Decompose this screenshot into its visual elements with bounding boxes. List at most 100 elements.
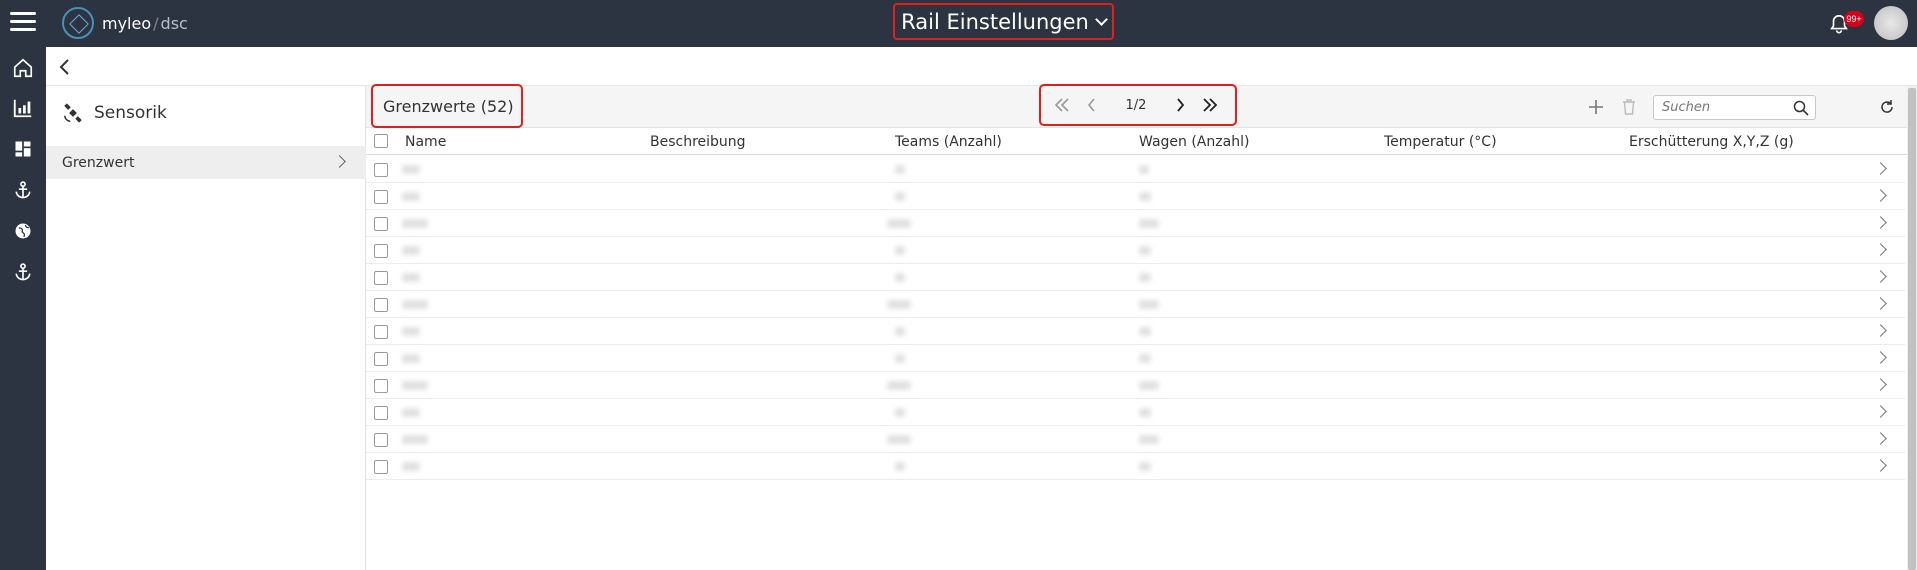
delete-button[interactable] xyxy=(1619,97,1639,117)
search-input[interactable] xyxy=(1654,96,1790,119)
column-header-erschuetterung[interactable]: Erschütterung X,Y,Z (g) xyxy=(1629,134,1794,150)
chevron-right-icon[interactable] xyxy=(1874,189,1887,202)
double-chevron-left-icon xyxy=(1054,98,1069,112)
back-arrow-icon[interactable] xyxy=(58,58,72,76)
rail-analytics[interactable] xyxy=(0,89,46,127)
plus-icon xyxy=(1589,100,1603,114)
column-header-temperatur[interactable]: Temperatur (°C) xyxy=(1384,134,1497,150)
row-checkbox[interactable] xyxy=(374,190,388,204)
sidebar-item-grenzwert[interactable]: Grenzwert xyxy=(46,146,366,179)
menu-icon[interactable] xyxy=(10,12,36,34)
row-checkbox[interactable] xyxy=(374,298,388,312)
cell-name-redacted xyxy=(402,327,420,336)
row-checkbox[interactable] xyxy=(374,406,388,420)
cell-wagen-redacted xyxy=(1139,408,1151,417)
search-icon[interactable] xyxy=(1793,100,1809,116)
prev-page-button[interactable] xyxy=(1077,90,1107,120)
last-page-button[interactable] xyxy=(1195,90,1225,120)
rail-anchor-2[interactable] xyxy=(0,253,46,291)
table-row[interactable] xyxy=(366,210,1905,237)
next-page-button[interactable] xyxy=(1165,90,1195,120)
row-checkbox[interactable] xyxy=(374,244,388,258)
chevron-right-icon[interactable] xyxy=(1874,324,1887,337)
row-checkbox[interactable] xyxy=(374,460,388,474)
cell-name-redacted xyxy=(402,381,428,390)
cell-teams-redacted xyxy=(895,327,905,336)
cell-name-redacted xyxy=(402,354,420,363)
cell-name-redacted xyxy=(402,246,420,255)
rail-dashboard[interactable] xyxy=(0,130,46,168)
satellite-icon xyxy=(64,103,82,123)
row-checkbox[interactable] xyxy=(374,217,388,231)
refresh-button[interactable] xyxy=(1877,97,1897,117)
rail-globe[interactable] xyxy=(0,212,46,250)
chevron-right-icon[interactable] xyxy=(1874,432,1887,445)
chevron-right-icon[interactable] xyxy=(1874,243,1887,256)
chevron-right-icon[interactable] xyxy=(1874,378,1887,391)
table-header: Name Beschreibung Teams (Anzahl) Wagen (… xyxy=(366,128,1917,155)
chevron-right-icon[interactable] xyxy=(1874,162,1887,175)
cell-teams-redacted xyxy=(895,192,905,201)
logo-icon xyxy=(62,7,94,39)
notification-badge: 99+ xyxy=(1844,11,1864,27)
cell-wagen-redacted xyxy=(1139,354,1151,363)
chevron-right-icon[interactable] xyxy=(1874,297,1887,310)
table-row[interactable] xyxy=(366,237,1905,264)
chevron-right-icon xyxy=(1177,98,1185,112)
chevron-right-icon[interactable] xyxy=(1874,270,1887,283)
chevron-right-icon xyxy=(333,155,346,168)
add-button[interactable] xyxy=(1586,97,1606,117)
row-checkbox[interactable] xyxy=(374,379,388,393)
row-checkbox[interactable] xyxy=(374,163,388,177)
chevron-right-icon[interactable] xyxy=(1874,459,1887,472)
row-checkbox[interactable] xyxy=(374,271,388,285)
table-row[interactable] xyxy=(366,156,1905,183)
table-row[interactable] xyxy=(366,264,1905,291)
chevron-right-icon[interactable] xyxy=(1874,216,1887,229)
rail-home[interactable] xyxy=(0,49,46,87)
column-header-name[interactable]: Name xyxy=(405,134,446,150)
table-row[interactable] xyxy=(366,318,1905,345)
table-row[interactable] xyxy=(366,453,1905,480)
refresh-icon xyxy=(1881,100,1893,113)
cell-teams-redacted xyxy=(895,273,905,282)
column-header-wagen[interactable]: Wagen (Anzahl) xyxy=(1139,134,1249,150)
double-chevron-right-icon xyxy=(1203,98,1218,112)
table-row[interactable] xyxy=(366,372,1905,399)
scrollbar-thumb[interactable] xyxy=(1908,88,1916,570)
chevron-right-icon[interactable] xyxy=(1874,351,1887,364)
table-row[interactable] xyxy=(366,183,1905,210)
cell-name-redacted xyxy=(402,300,428,309)
chevron-down-icon xyxy=(1094,12,1108,26)
cell-name-redacted xyxy=(402,192,420,201)
cell-name-redacted xyxy=(402,408,420,417)
avatar[interactable] xyxy=(1874,6,1908,40)
row-checkbox[interactable] xyxy=(374,433,388,447)
rail-anchor-1[interactable] xyxy=(0,171,46,209)
select-all-checkbox[interactable] xyxy=(374,134,388,148)
cell-wagen-redacted xyxy=(1139,462,1151,471)
context-title: Rail Einstellungen xyxy=(901,9,1089,34)
cell-name-redacted xyxy=(402,435,428,444)
cell-name-redacted xyxy=(402,219,428,228)
row-checkbox[interactable] xyxy=(374,325,388,339)
table-row[interactable] xyxy=(366,291,1905,318)
row-checkbox[interactable] xyxy=(374,352,388,366)
app-logo[interactable]: myleo / dsc xyxy=(62,5,188,41)
chevron-right-icon[interactable] xyxy=(1874,405,1887,418)
cell-name-redacted xyxy=(402,165,420,174)
cell-teams-redacted xyxy=(887,219,911,228)
cell-teams-redacted xyxy=(895,462,905,471)
table-row[interactable] xyxy=(366,426,1905,453)
column-header-beschreibung[interactable]: Beschreibung xyxy=(650,134,746,150)
column-header-teams[interactable]: Teams (Anzahl) xyxy=(895,134,1002,150)
cell-teams-redacted xyxy=(895,246,905,255)
table-row[interactable] xyxy=(366,399,1905,426)
first-page-button[interactable] xyxy=(1047,90,1077,120)
side-panel-title: Sensorik xyxy=(94,103,167,123)
context-selector[interactable]: Rail Einstellungen xyxy=(893,3,1114,40)
table-row[interactable] xyxy=(366,345,1905,372)
top-bar: myleo / dsc Rail Einstellungen 99+ xyxy=(0,0,1917,47)
cell-teams-redacted xyxy=(887,435,911,444)
cell-wagen-redacted xyxy=(1139,219,1159,228)
